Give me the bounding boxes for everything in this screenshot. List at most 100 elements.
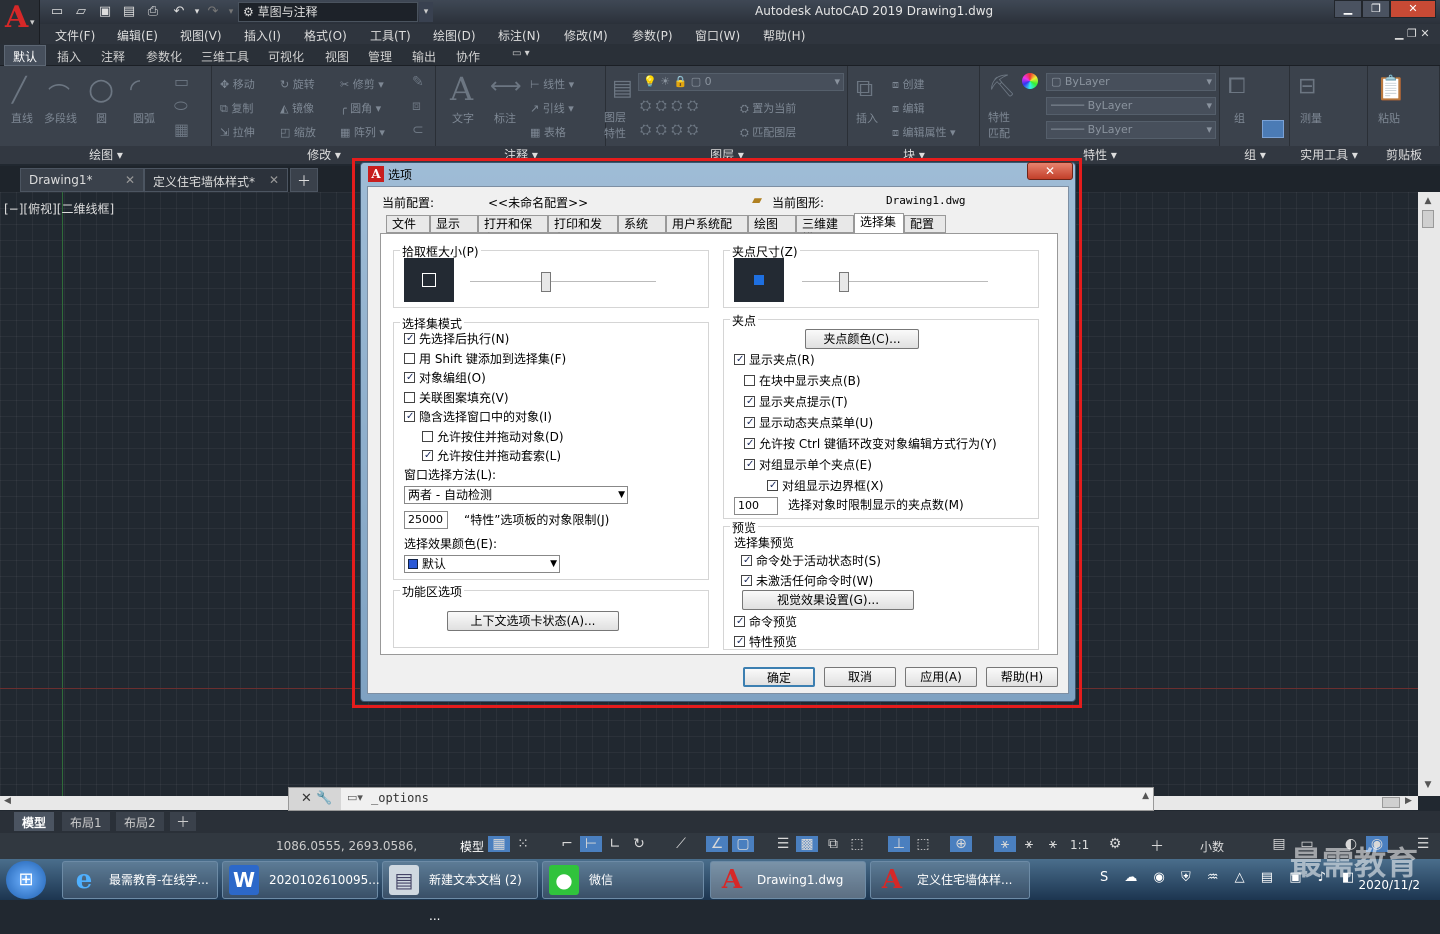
save-icon[interactable]: ▣ (96, 3, 114, 21)
checkbox[interactable] (744, 396, 755, 407)
edit-attribute-button[interactable]: ⧈ 编辑属性 ▾ (892, 124, 956, 140)
annotation-monitor-icon[interactable]: ＋ (1146, 836, 1168, 856)
close-tab-icon[interactable]: ✕ (269, 173, 279, 187)
modify-move[interactable]: ✥ 移动 (220, 76, 255, 92)
transparency-icon[interactable]: ▩ (796, 836, 818, 852)
gizmo-icon[interactable]: ⊕ (950, 836, 972, 852)
polyline-icon[interactable]: ⌒ (48, 78, 70, 110)
pickbox-slider-track[interactable] (470, 281, 656, 283)
layer-tools-2-icon[interactable]: ⛭ ⛭ ⛭ ⛭ (640, 122, 698, 138)
infer-constraints-icon[interactable]: ⌐ (556, 836, 578, 852)
set-current-button[interactable]: ⛭ 置为当前 (740, 100, 796, 116)
open-folder-icon[interactable]: ▱ (72, 3, 90, 21)
menu-tools[interactable]: 工具(T) (370, 27, 411, 44)
selection-filter-icon[interactable]: ⬚ (912, 836, 934, 852)
redo-icon[interactable]: ↷ (204, 3, 222, 21)
paste-icon[interactable]: 📋 (1376, 74, 1406, 102)
command-line[interactable]: ✕ 🔧 ▭▾ _options ▲ (288, 787, 1154, 811)
pickbox-slider-thumb[interactable] (541, 272, 551, 292)
grip-slider-thumb[interactable] (839, 272, 849, 292)
create-block-button[interactable]: ⧈ 创建 (892, 76, 925, 92)
checkbox[interactable] (734, 636, 745, 647)
property-limit-input[interactable]: 25000 (404, 511, 448, 529)
viewport-controls[interactable]: [−][俯视][二维线框] (4, 200, 114, 217)
modify-mirror[interactable]: ◭ 镜像 (280, 100, 314, 116)
checkbox[interactable] (404, 392, 415, 403)
ribbon-tab-default[interactable]: 默认 (13, 48, 37, 65)
group-icon[interactable]: ⧠ (1228, 74, 1246, 99)
edit-block-button[interactable]: ⧈ 编辑 (892, 100, 925, 116)
tab-display[interactable]: 显示 (430, 215, 478, 233)
snap-icon[interactable]: ⁙ (512, 836, 534, 852)
menu-insert[interactable]: 插入(I) (244, 27, 281, 44)
taskbar-wechat[interactable]: ● 微信 (542, 861, 704, 899)
annotation-scale-value[interactable]: 1:1 (1070, 838, 1089, 852)
menu-help[interactable]: 帮助(H) (763, 27, 805, 44)
measure-icon[interactable]: ⊟ (1298, 74, 1316, 99)
match-layer-button[interactable]: ⛭ 匹配图层 (740, 124, 796, 140)
save-as-icon[interactable]: ▤ (120, 3, 138, 21)
checkbox[interactable] (404, 372, 415, 383)
annotation-scale-icon[interactable]: ⚹ (1042, 836, 1064, 852)
ribbon-tab-visualize[interactable]: 可视化 (268, 48, 304, 65)
hatch-icon[interactable]: ⬭ (174, 96, 188, 116)
close-window-icon[interactable]: ✕ (1390, 0, 1436, 18)
scroll-down-icon[interactable]: ▼ (1420, 780, 1436, 792)
menu-file[interactable]: 文件(F) (55, 27, 95, 44)
units-value[interactable]: 小数 (1200, 838, 1224, 855)
match-properties-icon[interactable]: ⛏ (988, 74, 1016, 99)
gradient-icon[interactable]: ▦ (174, 120, 189, 139)
doc-window-controls[interactable]: ▁ ❐ ✕ (1395, 27, 1430, 40)
arc-icon[interactable]: ◜ (130, 74, 140, 104)
taskbar-notepad[interactable]: ▤ 新建文本文档 (2) ... (382, 861, 538, 923)
quick-properties-icon[interactable]: ▤ (1268, 836, 1290, 852)
dialog-close-button[interactable]: ✕ (1027, 162, 1073, 180)
ortho-icon[interactable]: ∟ (604, 836, 626, 852)
taskbar-ie[interactable]: e 最需教育-在线学... (62, 861, 218, 899)
auto-scale-icon[interactable]: ⚹ (1018, 836, 1040, 852)
checkbox[interactable] (744, 375, 755, 386)
model-space-button[interactable]: 模型 (460, 838, 484, 855)
menu-dimension[interactable]: 标注(N) (498, 27, 540, 44)
maximize-icon[interactable]: ❐ (1362, 0, 1390, 18)
window-method-select[interactable]: 两者 - 自动检测 ▼ (404, 486, 628, 504)
ribbon-tab-view[interactable]: 视图 (325, 48, 349, 65)
modify-fillet[interactable]: ╭ 圆角 ▾ (340, 100, 381, 116)
close-tab-icon[interactable]: ✕ (125, 173, 135, 187)
leader-button[interactable]: ↗ 引线 ▾ (530, 100, 574, 116)
print-icon[interactable]: ⎙ (144, 3, 162, 21)
object-grouping-checkbox[interactable]: 对象编组(O) (404, 369, 486, 386)
ribbon-tab-collaborate[interactable]: 协作 (456, 48, 480, 65)
checkbox[interactable] (422, 450, 433, 461)
ribbon-tab-annotate[interactable]: 注释 (101, 48, 125, 65)
clipboard-panel-title[interactable]: 剪贴板 (1368, 146, 1440, 164)
cancel-button[interactable]: 取消 (824, 667, 896, 687)
tab-3d-modeling[interactable]: 三维建模 (796, 215, 854, 246)
layer-properties-icon[interactable]: ▤ (612, 76, 633, 101)
3d-osnap-icon[interactable]: ⬚ (846, 836, 868, 852)
ribbon-tab-3d-tools[interactable]: 三维工具 (201, 48, 249, 65)
preview-active-command-checkbox[interactable]: 命令处于活动状态时(S) (741, 552, 881, 569)
menu-parametric[interactable]: 参数(P) (632, 27, 673, 44)
press-drag-lasso-checkbox[interactable]: 允许按住并拖动套索(L) (422, 447, 561, 464)
preview-no-command-checkbox[interactable]: 未激活任何命令时(W) (741, 572, 873, 589)
checkbox[interactable] (422, 431, 433, 442)
new-file-icon[interactable]: ▭ (48, 3, 66, 21)
press-drag-object-checkbox[interactable]: 允许按住并拖动对象(D) (422, 428, 564, 445)
new-tab-icon[interactable]: ＋ (290, 168, 318, 192)
lineweight-select[interactable]: ───── ByLayer ▾ (1046, 121, 1216, 139)
shift-add-checkbox[interactable]: 用 Shift 键添加到选择集(F) (404, 350, 566, 367)
isometric-icon[interactable]: ⟋ (670, 836, 692, 852)
tab-files[interactable]: 文件 (386, 215, 430, 233)
ribbon-toggle-icon[interactable]: ▭ ▾ (512, 48, 530, 59)
modify-rotate[interactable]: ↻ 旋转 (280, 76, 315, 92)
single-grip-groups-checkbox[interactable]: 对组显示单个夹点(E) (744, 456, 872, 473)
workspace-gear-icon[interactable]: ⚙ (1104, 836, 1126, 852)
menu-modify[interactable]: 修改(M) (564, 27, 608, 44)
dynamic-grip-menu-checkbox[interactable]: 显示动态夹点菜单(U) (744, 414, 873, 431)
undo-icon[interactable]: ↶ (170, 3, 188, 21)
application-menu-button[interactable]: A ▾ (0, 0, 40, 44)
menu-view[interactable]: 视图(V) (180, 27, 222, 44)
table-button[interactable]: ▦ 表格 (530, 124, 566, 140)
modify-copy[interactable]: ⧉ 复制 (220, 100, 253, 116)
